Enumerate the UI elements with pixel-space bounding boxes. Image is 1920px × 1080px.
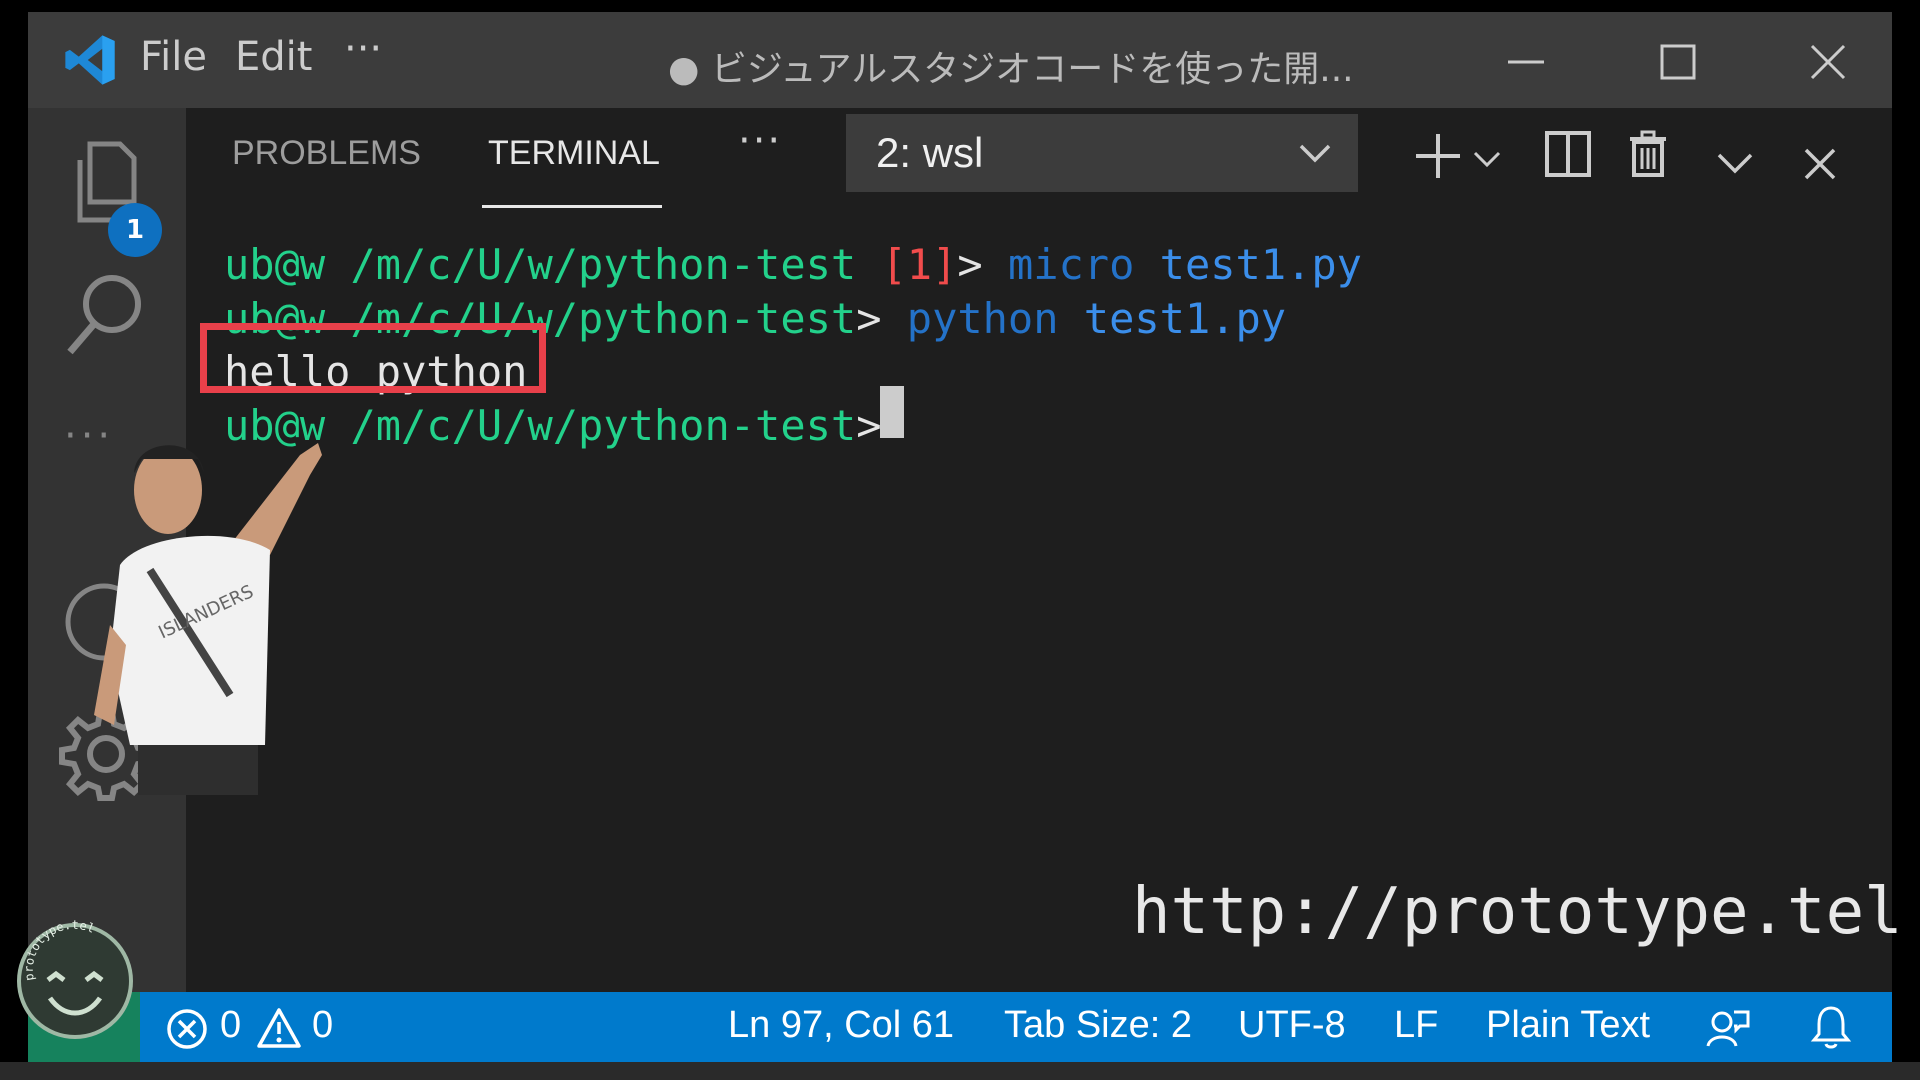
prompt-symbol: > xyxy=(957,240,983,289)
trash-icon[interactable] xyxy=(1628,130,1668,178)
terminal-cursor xyxy=(880,386,904,438)
prompt-symbol: > xyxy=(856,294,882,343)
close-panel-icon[interactable] xyxy=(1802,146,1838,182)
end-of-line[interactable]: LF xyxy=(1394,1004,1438,1047)
tab-problems[interactable]: PROBLEMS xyxy=(232,134,421,173)
warning-count[interactable]: 0 xyxy=(312,1004,333,1047)
maximize-panel-chevron-icon[interactable] xyxy=(1716,150,1754,178)
prompt-user: ub@w xyxy=(224,240,326,289)
prompt-symbol: > xyxy=(856,401,882,450)
menu-edit[interactable]: Edit xyxy=(235,34,312,80)
explorer-badge: 1 xyxy=(108,203,162,257)
panel-more-button[interactable]: ··· xyxy=(738,118,782,164)
tab-terminal[interactable]: TERMINAL xyxy=(488,134,660,173)
command-arg: test1.py xyxy=(1159,240,1362,289)
output-highlight-box xyxy=(200,323,546,393)
warning-icon[interactable] xyxy=(256,1006,302,1050)
maximize-icon[interactable] xyxy=(1656,40,1700,84)
terminal-selector[interactable]: 2: wsl xyxy=(846,114,1358,192)
cursor-position[interactable]: Ln 97, Col 61 xyxy=(728,1004,954,1047)
window-title: ● ビジュアルスタジオコードを使った開... xyxy=(668,49,1354,90)
encoding[interactable]: UTF-8 xyxy=(1238,1004,1346,1047)
command: python xyxy=(906,294,1059,343)
terminal-selector-label: 2: wsl xyxy=(876,129,984,176)
close-icon[interactable] xyxy=(1806,40,1850,84)
chevron-down-icon xyxy=(1299,144,1331,163)
active-tab-indicator xyxy=(482,205,662,208)
minimize-icon[interactable] xyxy=(1504,40,1548,84)
split-terminal-icon[interactable] xyxy=(1544,130,1592,178)
prototype-stamp-logo: prototype.tel xyxy=(17,920,133,1039)
tab-size[interactable]: Tab Size: 2 xyxy=(1004,1004,1192,1047)
presenter-image: ISLANDERS xyxy=(94,443,322,795)
error-count[interactable]: 0 xyxy=(220,1004,241,1047)
terminal-line: ub@w /m/c/U/w/python-test [1]> micro tes… xyxy=(224,240,1362,289)
error-icon[interactable] xyxy=(166,1008,208,1050)
new-terminal-icon[interactable] xyxy=(1412,130,1464,182)
feedback-icon[interactable] xyxy=(1704,1006,1752,1050)
status-bar: 0 0 Ln 97, Col 61 Tab Size: 2 UTF-8 LF P… xyxy=(28,992,1892,1062)
exit-status: [1] xyxy=(881,240,958,289)
prompt-path: /m/c/U/w/python-test xyxy=(350,401,857,450)
search-icon[interactable] xyxy=(62,268,150,368)
menu-more[interactable]: ··· xyxy=(344,26,382,72)
menu-file[interactable]: File xyxy=(140,34,207,80)
bottom-strip xyxy=(0,1062,1920,1080)
command: micro xyxy=(1007,240,1135,289)
terminal-profile-chevron-icon[interactable] xyxy=(1472,148,1502,172)
command-arg: test1.py xyxy=(1083,294,1287,343)
prompt-path: /m/c/U/w/python-test xyxy=(350,240,857,289)
vscode-logo-icon[interactable] xyxy=(62,32,118,88)
watermark-url: http://prototype.tel xyxy=(1132,875,1903,949)
language-mode[interactable]: Plain Text xyxy=(1486,1004,1650,1047)
title-bar: File Edit ··· ● ビジュアルスタジオコードを使った開... xyxy=(28,12,1892,108)
bell-icon[interactable] xyxy=(1810,1004,1852,1050)
